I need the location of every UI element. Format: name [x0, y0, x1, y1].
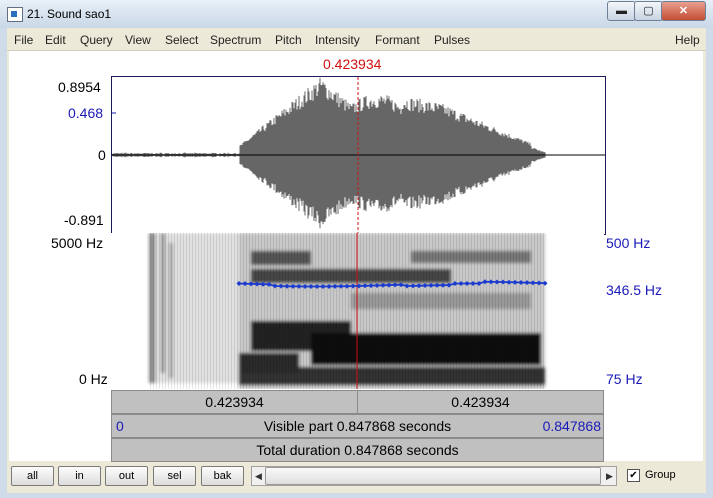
- wave-ymin-label: -0.891: [64, 212, 104, 228]
- total-duration-label: Total duration 0.847868 seconds: [256, 442, 459, 458]
- wave-zero-label: 0: [98, 147, 106, 163]
- visible-part-bar[interactable]: 0 Visible part 0.847868 seconds 0.847868: [111, 414, 604, 438]
- menu-bar: File Edit Query View Select Spectrum Pit…: [7, 29, 706, 51]
- waveform-panel[interactable]: [111, 76, 606, 235]
- menu-spectrum[interactable]: Spectrum: [210, 33, 261, 47]
- wave-ymax-label: 0.8954: [58, 79, 101, 95]
- menu-intensity[interactable]: Intensity: [315, 33, 360, 47]
- pitch-min-label: 75 Hz: [606, 371, 643, 387]
- total-duration-bar[interactable]: Total duration 0.847868 seconds: [111, 438, 604, 462]
- praat-app-icon: [7, 7, 23, 22]
- segment-left-label: 0.423934: [205, 394, 264, 410]
- cursor-time-label: 0.423934: [323, 56, 382, 72]
- zoom-back-button[interactable]: bak: [201, 466, 244, 486]
- menu-query[interactable]: Query: [80, 33, 113, 47]
- visible-end-label: 0.847868: [542, 418, 601, 434]
- spectrogram-panel[interactable]: [111, 233, 604, 389]
- waveform-svg: [112, 77, 605, 234]
- scroll-left-arrow-icon[interactable]: ◀: [255, 471, 262, 482]
- wave-cursor-amp-label: 0.468: [68, 105, 104, 121]
- maximize-button[interactable]: ▢: [634, 1, 663, 21]
- menu-select[interactable]: Select: [165, 33, 198, 47]
- zoom-sel-button[interactable]: sel: [153, 466, 196, 486]
- group-label: Group: [645, 469, 676, 481]
- spec-fmin-label: 0 Hz: [79, 371, 108, 387]
- scroll-thumb[interactable]: [265, 467, 601, 485]
- spec-fmax-label: 5000 Hz: [51, 235, 104, 251]
- pitch-cursor-label: 346.5 Hz: [606, 282, 663, 298]
- scroll-right-arrow-icon[interactable]: ▶: [606, 471, 613, 482]
- segment-right[interactable]: 0.423934: [357, 390, 604, 414]
- zoom-in-button[interactable]: in: [58, 466, 101, 486]
- visible-part-label: Visible part 0.847868 seconds: [263, 418, 452, 434]
- spectrogram-svg: [149, 233, 548, 389]
- pitch-max-label: 500 Hz: [606, 235, 651, 251]
- group-checkbox[interactable]: ✔: [627, 469, 640, 482]
- menu-pitch[interactable]: Pitch: [275, 33, 302, 47]
- visible-start-label: 0: [116, 418, 124, 434]
- zoom-all-button[interactable]: all: [11, 466, 54, 486]
- minimize-button[interactable]: ▬: [607, 1, 636, 21]
- menu-view[interactable]: View: [125, 33, 151, 47]
- segment-right-label: 0.423934: [451, 394, 510, 410]
- close-button[interactable]: ✕: [661, 1, 706, 21]
- menu-file[interactable]: File: [14, 33, 33, 47]
- spectrogram-striations: [149, 233, 545, 389]
- window-title: 21. Sound sao1: [27, 7, 112, 21]
- menu-help[interactable]: Help: [675, 33, 700, 47]
- menu-pulses[interactable]: Pulses: [434, 33, 470, 47]
- segment-left[interactable]: 0.423934: [111, 390, 358, 414]
- zoom-out-button[interactable]: out: [105, 466, 148, 486]
- menu-edit[interactable]: Edit: [45, 33, 66, 47]
- menu-formant[interactable]: Formant: [375, 33, 420, 47]
